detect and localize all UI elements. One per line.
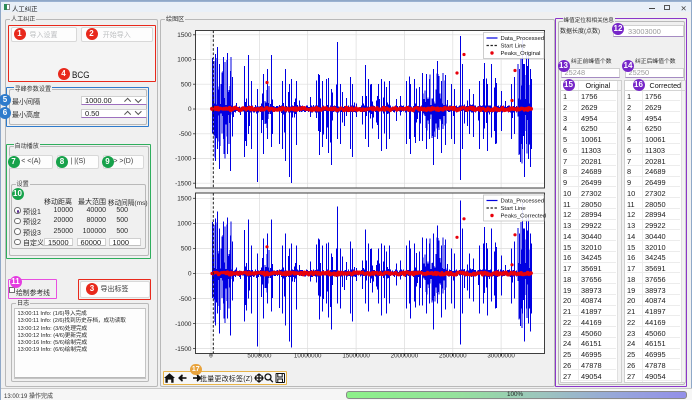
svg-text:Peaks_Original: Peaks_Original: [501, 51, 541, 57]
svg-text:1000: 1000: [177, 221, 192, 228]
svg-text:500: 500: [181, 246, 192, 253]
svg-text:1500: 1500: [177, 196, 192, 203]
svg-text:500: 500: [181, 82, 192, 89]
svg-text:-1500: -1500: [175, 180, 192, 187]
svg-text:1500: 1500: [177, 32, 192, 39]
svg-text:0: 0: [188, 271, 192, 278]
svg-text:-1000: -1000: [175, 321, 192, 328]
svg-text:1000: 1000: [177, 57, 192, 64]
svg-text:Data_Processed: Data_Processed: [501, 36, 545, 42]
svg-text:-1500: -1500: [175, 346, 192, 353]
svg-text:-500: -500: [179, 131, 192, 138]
svg-text:Start Line: Start Line: [501, 206, 527, 212]
svg-text:Peaks_Corrected: Peaks_Corrected: [501, 214, 547, 220]
svg-text:Data_Processed: Data_Processed: [501, 199, 545, 205]
svg-text:-1000: -1000: [175, 156, 192, 163]
svg-text:-500: -500: [179, 296, 192, 303]
svg-text:0: 0: [188, 106, 192, 113]
svg-text:Start Line: Start Line: [501, 44, 527, 50]
